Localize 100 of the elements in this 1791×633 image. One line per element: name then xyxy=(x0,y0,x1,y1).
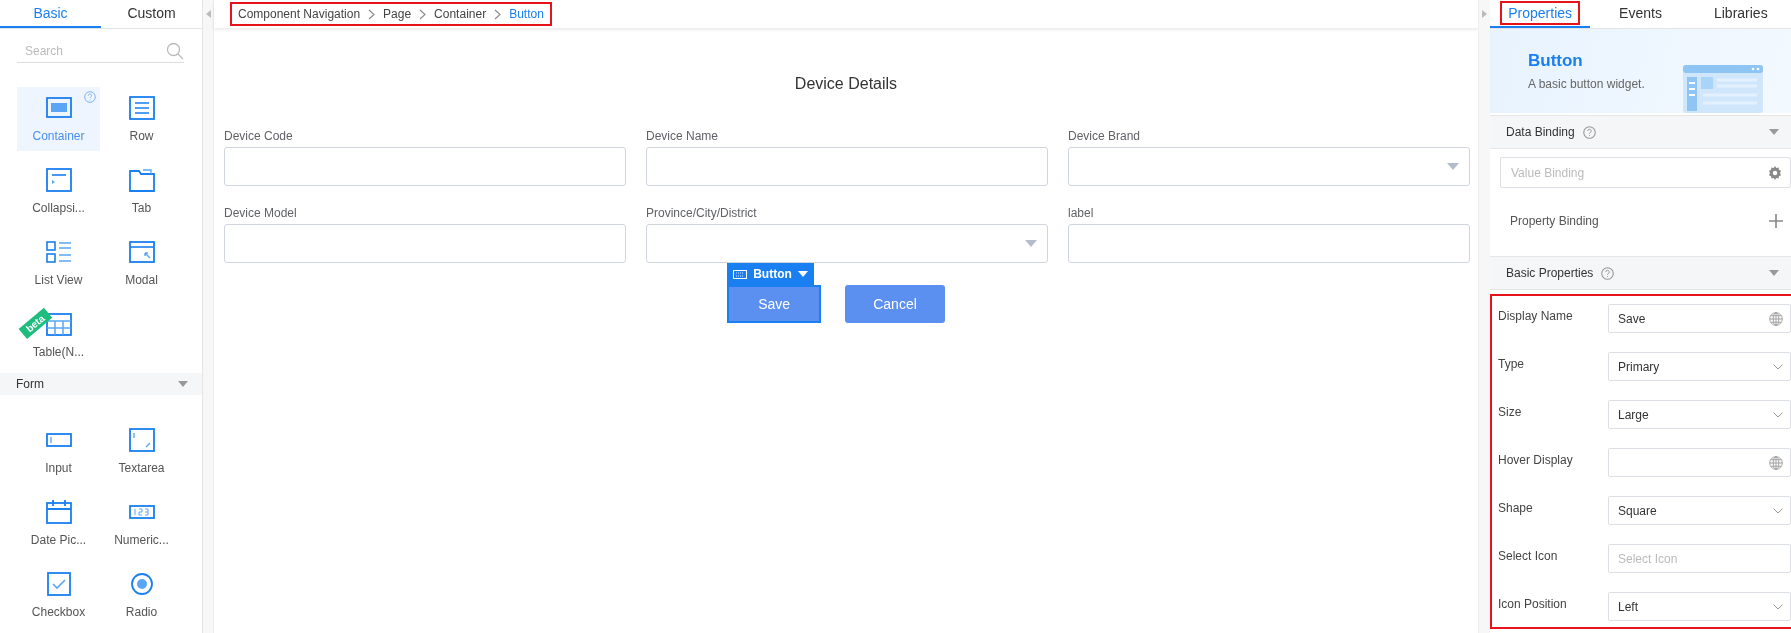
chevron-icon xyxy=(419,8,427,20)
field-value: Left xyxy=(1618,599,1638,614)
textarea-icon xyxy=(128,427,155,453)
component-tile[interactable]: Checkbox xyxy=(17,563,100,627)
globe-icon xyxy=(1769,311,1783,326)
property-label: Select Icon xyxy=(1498,548,1558,565)
group-header[interactable]: Form xyxy=(0,372,202,395)
panel-tab[interactable]: Properties xyxy=(1490,0,1591,28)
component-label: Tab xyxy=(131,200,152,215)
dropdown-field[interactable]: Left xyxy=(1608,592,1791,621)
component-tile[interactable]: beta Table(N... xyxy=(17,302,100,367)
radio-icon xyxy=(128,571,155,597)
search-icon xyxy=(166,42,184,61)
add-icon[interactable] xyxy=(1769,214,1783,228)
component-tile[interactable]: Numeric... xyxy=(100,491,183,555)
breadcrumb-link[interactable]: Component Navigation xyxy=(238,7,361,21)
panel-tab[interactable]: Custom xyxy=(101,0,202,28)
field-label: Device Brand xyxy=(1068,129,1142,143)
panel-tab[interactable]: Events xyxy=(1590,0,1691,28)
field-placeholder: Select Icon xyxy=(1618,551,1678,566)
dropdown-field[interactable]: Large xyxy=(1608,400,1791,429)
dropdown-field[interactable] xyxy=(1068,147,1470,186)
component-label: Container xyxy=(32,128,85,143)
component-tile[interactable]: Row xyxy=(100,86,183,151)
component-tile[interactable]: Tab xyxy=(100,158,183,223)
field-value: Primary xyxy=(1618,359,1660,374)
button-type-icon xyxy=(733,269,748,279)
component-tile[interactable]: Textarea xyxy=(100,419,183,483)
field-label: label xyxy=(1068,206,1095,220)
dropdown-field[interactable] xyxy=(646,224,1048,263)
container-icon xyxy=(45,94,72,121)
widget-description: A basic button widget. xyxy=(1528,77,1645,91)
panel-tab[interactable]: Libraries xyxy=(1690,0,1791,28)
settings-icon xyxy=(1768,165,1782,180)
field-label: Device Model xyxy=(224,206,298,220)
section-header[interactable]: Basic Properties xyxy=(1490,256,1791,290)
chevron-icon xyxy=(1773,363,1783,370)
property-label: Display Name xyxy=(1498,308,1573,325)
chevron-icon xyxy=(1773,411,1783,418)
field-label: Device Code xyxy=(224,129,294,143)
breadcrumb-link[interactable]: Button xyxy=(509,7,544,21)
beta-ribbon: beta xyxy=(18,307,52,339)
property-label: Hover Display xyxy=(1498,452,1573,469)
property-binding-label: Property Binding xyxy=(1510,214,1599,228)
component-tile[interactable]: Date Pic... xyxy=(17,491,100,555)
input-field[interactable] xyxy=(1068,224,1470,263)
field-value: Save xyxy=(1618,311,1646,326)
component-label: Collapsi... xyxy=(32,200,85,215)
component-label: Row xyxy=(129,128,154,143)
field-placeholder: Value Binding xyxy=(1511,165,1586,180)
component-tile[interactable]: List View xyxy=(17,230,100,295)
toolbar-label: Button xyxy=(753,267,792,281)
component-label: Textarea xyxy=(118,461,165,475)
dropdown-field[interactable]: Primary xyxy=(1608,352,1791,381)
field-value: Large xyxy=(1618,407,1649,422)
component-label: Input xyxy=(45,461,72,475)
chevron-icon xyxy=(1773,507,1783,514)
date-icon xyxy=(45,499,72,525)
selection-toolbar[interactable]: Button xyxy=(727,263,815,285)
field-value: Square xyxy=(1618,503,1657,518)
checkbox-icon xyxy=(45,571,72,597)
row-icon xyxy=(128,94,155,121)
panel-tab[interactable]: Basic xyxy=(0,0,101,28)
component-tile[interactable]: Radio xyxy=(100,563,183,627)
component-tile[interactable]: Modal xyxy=(100,230,183,295)
caret-icon xyxy=(1025,240,1037,247)
input-field[interactable] xyxy=(224,147,626,186)
collapse-strip[interactable] xyxy=(203,0,214,633)
component-tile[interactable]: Collapsi... xyxy=(17,158,100,223)
help-icon xyxy=(1601,266,1615,280)
list-icon xyxy=(45,238,72,265)
input-field[interactable] xyxy=(224,224,626,263)
chevron-icon xyxy=(1773,603,1783,610)
property-label: Type xyxy=(1498,356,1524,373)
help-icon xyxy=(1582,125,1596,139)
modal-icon xyxy=(128,238,155,265)
collapse-icon xyxy=(205,10,211,18)
breadcrumb-link[interactable]: Container xyxy=(434,7,487,21)
input-field[interactable] xyxy=(1608,448,1791,477)
component-label: Numeric... xyxy=(114,533,169,547)
dropdown-field[interactable]: Square xyxy=(1608,496,1791,525)
input-field[interactable]: Save xyxy=(1608,304,1791,333)
caret-icon xyxy=(1447,163,1459,170)
chevron-icon xyxy=(368,8,376,20)
component-tile[interactable]: Input xyxy=(17,419,100,483)
expand-icon xyxy=(1482,10,1487,18)
component-label: Date Pic... xyxy=(30,533,87,547)
property-label: Size xyxy=(1498,404,1522,421)
widget-title: Button xyxy=(1528,51,1584,71)
collapse-strip[interactable] xyxy=(1478,0,1490,633)
chevron-icon xyxy=(494,8,502,20)
input-field[interactable] xyxy=(646,147,1048,186)
component-label: Table(N... xyxy=(32,344,85,359)
globe-icon xyxy=(1769,455,1783,470)
component-label: List View xyxy=(34,272,83,287)
property-label: Shape xyxy=(1498,500,1533,517)
section-header[interactable]: Data Binding xyxy=(1490,115,1791,149)
table-icon xyxy=(45,310,72,337)
breadcrumb-link[interactable]: Page xyxy=(383,7,412,21)
caret-icon xyxy=(797,271,808,277)
